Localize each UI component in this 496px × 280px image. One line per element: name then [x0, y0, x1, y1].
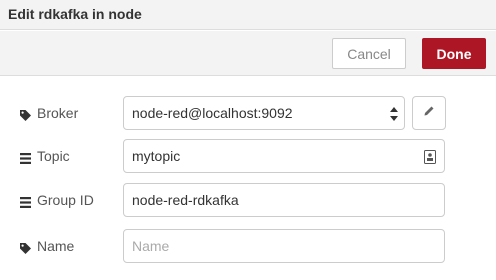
pencil-icon — [423, 104, 435, 122]
name-input[interactable] — [132, 238, 444, 254]
dialog-title-bar: Edit rdkafka in node — [0, 0, 496, 30]
broker-label-text: Broker — [37, 105, 79, 121]
group-id-label-text: Group ID — [37, 192, 94, 208]
dialog-toolbar: Cancel Done — [0, 31, 496, 76]
list-icon — [20, 195, 31, 208]
topic-label-text: Topic — [37, 148, 70, 164]
name-label: Name — [20, 238, 74, 254]
select-arrows-icon — [390, 106, 398, 122]
group-id-label: Group ID — [20, 192, 94, 208]
done-button[interactable]: Done — [422, 38, 486, 69]
broker-label: Broker — [20, 105, 78, 121]
cancel-button[interactable]: Cancel — [332, 38, 406, 69]
contact-card-icon — [424, 150, 436, 164]
topic-input-value: mytopic — [132, 148, 181, 164]
name-field[interactable] — [123, 229, 445, 263]
tag-icon — [20, 241, 31, 254]
tag-icon — [20, 108, 31, 121]
group-id-input-value: node-red-rdkafka — [132, 192, 239, 208]
edit-broker-button[interactable] — [412, 96, 446, 130]
topic-input[interactable]: mytopic — [123, 139, 445, 173]
form-row-group-id: Group ID node-red-rdkafka — [0, 183, 496, 219]
form-row-topic: Topic mytopic — [0, 139, 496, 175]
topic-label: Topic — [20, 148, 70, 164]
broker-select[interactable]: node-red@localhost:9092 — [123, 96, 405, 130]
form-row-name: Name — [0, 229, 496, 265]
group-id-input[interactable]: node-red-rdkafka — [123, 183, 445, 217]
broker-select-value: node-red@localhost:9092 — [132, 105, 293, 121]
form-row-broker: Broker node-red@localhost:9092 — [0, 96, 496, 132]
list-icon — [20, 151, 31, 164]
name-label-text: Name — [37, 238, 75, 254]
dialog-title: Edit rdkafka in node — [8, 6, 142, 22]
